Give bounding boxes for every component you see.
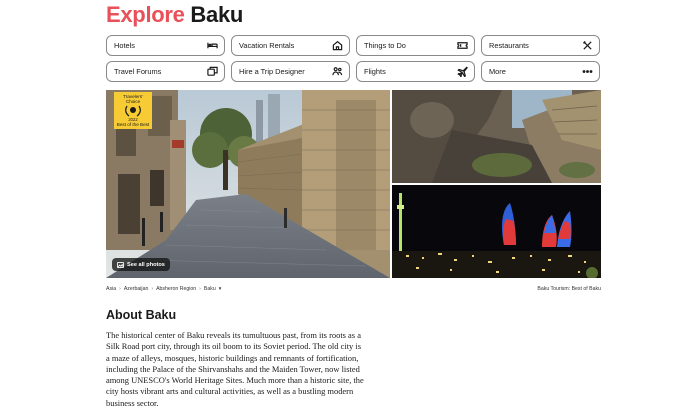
category-nav: Hotels Vacation Rentals Things to Do Res… [106,35,601,82]
bed-icon [206,40,218,52]
breadcrumb-item-asia[interactable]: Asia [106,286,116,292]
more-button[interactable]: More [481,61,600,82]
vacation-rentals-button-label: Vacation Rentals [239,41,295,50]
page-title: Explore Baku [106,2,243,28]
flights-button-label: Flights [364,67,386,76]
things-to-do-button-label: Things to Do [364,41,406,50]
breadcrumb-separator: › [151,286,154,292]
breadcrumb-separator: › [199,286,201,292]
hotels-button-label: Hotels [114,41,135,50]
breadcrumb-item-baku[interactable]: Baku [204,286,216,292]
hire-trip-designer-button-label: Hire a Trip Designer [239,67,305,76]
restaurants-button[interactable]: Restaurants [481,35,600,56]
chat-bubbles-icon [206,66,218,78]
hotels-button[interactable]: Hotels [106,35,225,56]
laurel-icon [125,105,141,117]
breadcrumb-separator: › [119,286,121,292]
breadcrumb: Asia › Azerbaijan › Absheron Region › Ba… [106,286,221,292]
vacation-rentals-button[interactable]: Vacation Rentals [231,35,350,56]
breadcrumb-item-azerbaijan[interactable]: Azerbaijan [124,286,149,292]
see-all-photos-label: See all photos [127,261,165,268]
people-icon [331,66,343,78]
more-button-label: More [489,67,506,76]
tourism-link[interactable]: Baku Tourism: Best of Baku [537,286,601,292]
more-dots-icon [581,66,593,78]
flame-towers-night-photo[interactable] [392,185,601,278]
hire-trip-designer-button[interactable]: Hire a Trip Designer [231,61,350,82]
flights-button[interactable]: Flights [356,61,475,82]
fork-knife-icon [581,40,593,52]
old-city-street-photo[interactable]: Travelers' Choice 2022 Best of the Best … [106,90,390,278]
about-text: The historical center of Baku reveals it… [106,330,364,408]
house-icon [331,40,343,52]
rock-formation-photo[interactable] [392,90,601,183]
see-all-photos-button[interactable]: See all photos [112,258,170,271]
photo-gallery: Travelers' Choice 2022 Best of the Best … [106,90,601,278]
airplane-icon [456,66,468,78]
things-to-do-button[interactable]: Things to Do [356,35,475,56]
travel-forums-button-label: Travel Forums [114,67,162,76]
travel-forums-button[interactable]: Travel Forums [106,61,225,82]
ticket-icon [456,40,468,52]
photo-icon [117,261,124,268]
page-title-city: Baku [190,2,244,27]
travelers-choice-badge: Travelers' Choice 2022 Best of the Best [114,92,152,129]
about-heading: About Baku [106,308,177,322]
chevron-down-icon[interactable]: ▾ [219,286,222,292]
award-subtitle: Best of the Best [116,122,150,127]
restaurants-button-label: Restaurants [489,41,529,50]
breadcrumb-item-absheron[interactable]: Absheron Region [156,286,196,292]
page-title-explore: Explore [106,2,185,27]
